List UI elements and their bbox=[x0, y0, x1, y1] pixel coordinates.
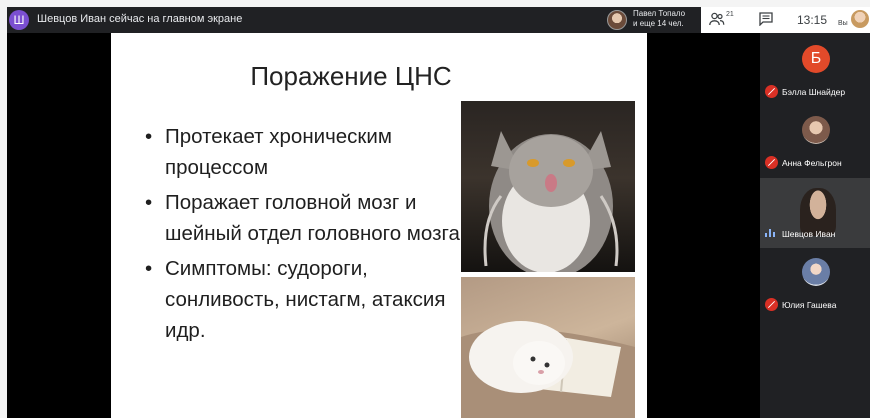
people-count-badge: 21 bbox=[726, 11, 734, 18]
cat-photo-white bbox=[461, 277, 635, 418]
slide-bullets: Протекает хроническим процессом Поражает… bbox=[145, 121, 465, 350]
people-icon bbox=[709, 12, 725, 26]
participants-summary: Павел Топало и еще 14 чел. bbox=[633, 9, 685, 29]
you-label: Вы bbox=[838, 20, 848, 27]
participant-tile[interactable]: Юлия Гашева bbox=[760, 249, 870, 319]
participants-summary-line1: Павел Топало bbox=[633, 9, 686, 18]
participant-avatar bbox=[802, 116, 830, 144]
people-button[interactable]: 21 bbox=[709, 11, 735, 29]
speaking-indicator-icon bbox=[765, 229, 777, 237]
top-bar: Ш Шевцов Иван сейчас на главном экране П… bbox=[7, 7, 870, 33]
participant-avatar bbox=[802, 258, 830, 286]
bullet-item: Симптомы: судороги, сонливость, нистагм,… bbox=[145, 253, 465, 346]
bullet-item: Протекает хроническим процессом bbox=[145, 121, 465, 183]
cat-photo-grey bbox=[461, 101, 635, 272]
participant-tile[interactable]: Анна Фельгрон bbox=[760, 107, 870, 177]
bullet-item: Поражает головной мозг и шейный отдел го… bbox=[145, 187, 465, 249]
mic-off-icon bbox=[765, 298, 778, 311]
meeting-window: Ш Шевцов Иван сейчас на главном экране П… bbox=[7, 7, 870, 418]
participant-tile-video[interactable]: Шевцов Иван bbox=[760, 178, 870, 248]
participant-tile[interactable]: Б Бэлла Шнайдер bbox=[760, 36, 870, 106]
participant-name: Шевцов Иван bbox=[782, 229, 836, 239]
mic-off-icon bbox=[765, 156, 778, 169]
participant-name: Бэлла Шнайдер bbox=[782, 87, 846, 97]
mic-off-icon bbox=[765, 85, 778, 98]
chat-button[interactable] bbox=[759, 12, 773, 31]
presentation-stage: Поражение ЦНС Протекает хроническим проц… bbox=[7, 33, 760, 418]
slide: Поражение ЦНС Протекает хроническим проц… bbox=[111, 33, 647, 418]
participant-avatar: Б bbox=[802, 45, 830, 73]
cat-grey-illustration bbox=[483, 131, 619, 272]
clock: 13:15 bbox=[797, 13, 828, 27]
participant-thumbnail bbox=[607, 10, 627, 30]
slide-title: Поражение ЦНС bbox=[250, 61, 452, 91]
presenter-avatar: Ш bbox=[9, 10, 29, 30]
participant-name: Анна Фельгрон bbox=[782, 158, 842, 168]
user-avatar[interactable] bbox=[851, 10, 869, 28]
header-controls: 21 13:15 Вы bbox=[701, 7, 870, 33]
cat-white-illustration bbox=[461, 321, 635, 418]
chat-icon bbox=[759, 12, 773, 27]
presenter-status-text: Шевцов Иван сейчас на главном экране bbox=[37, 13, 243, 25]
participants-summary-line2: и еще 14 чел. bbox=[633, 19, 684, 28]
participant-name: Юлия Гашева bbox=[782, 300, 837, 310]
